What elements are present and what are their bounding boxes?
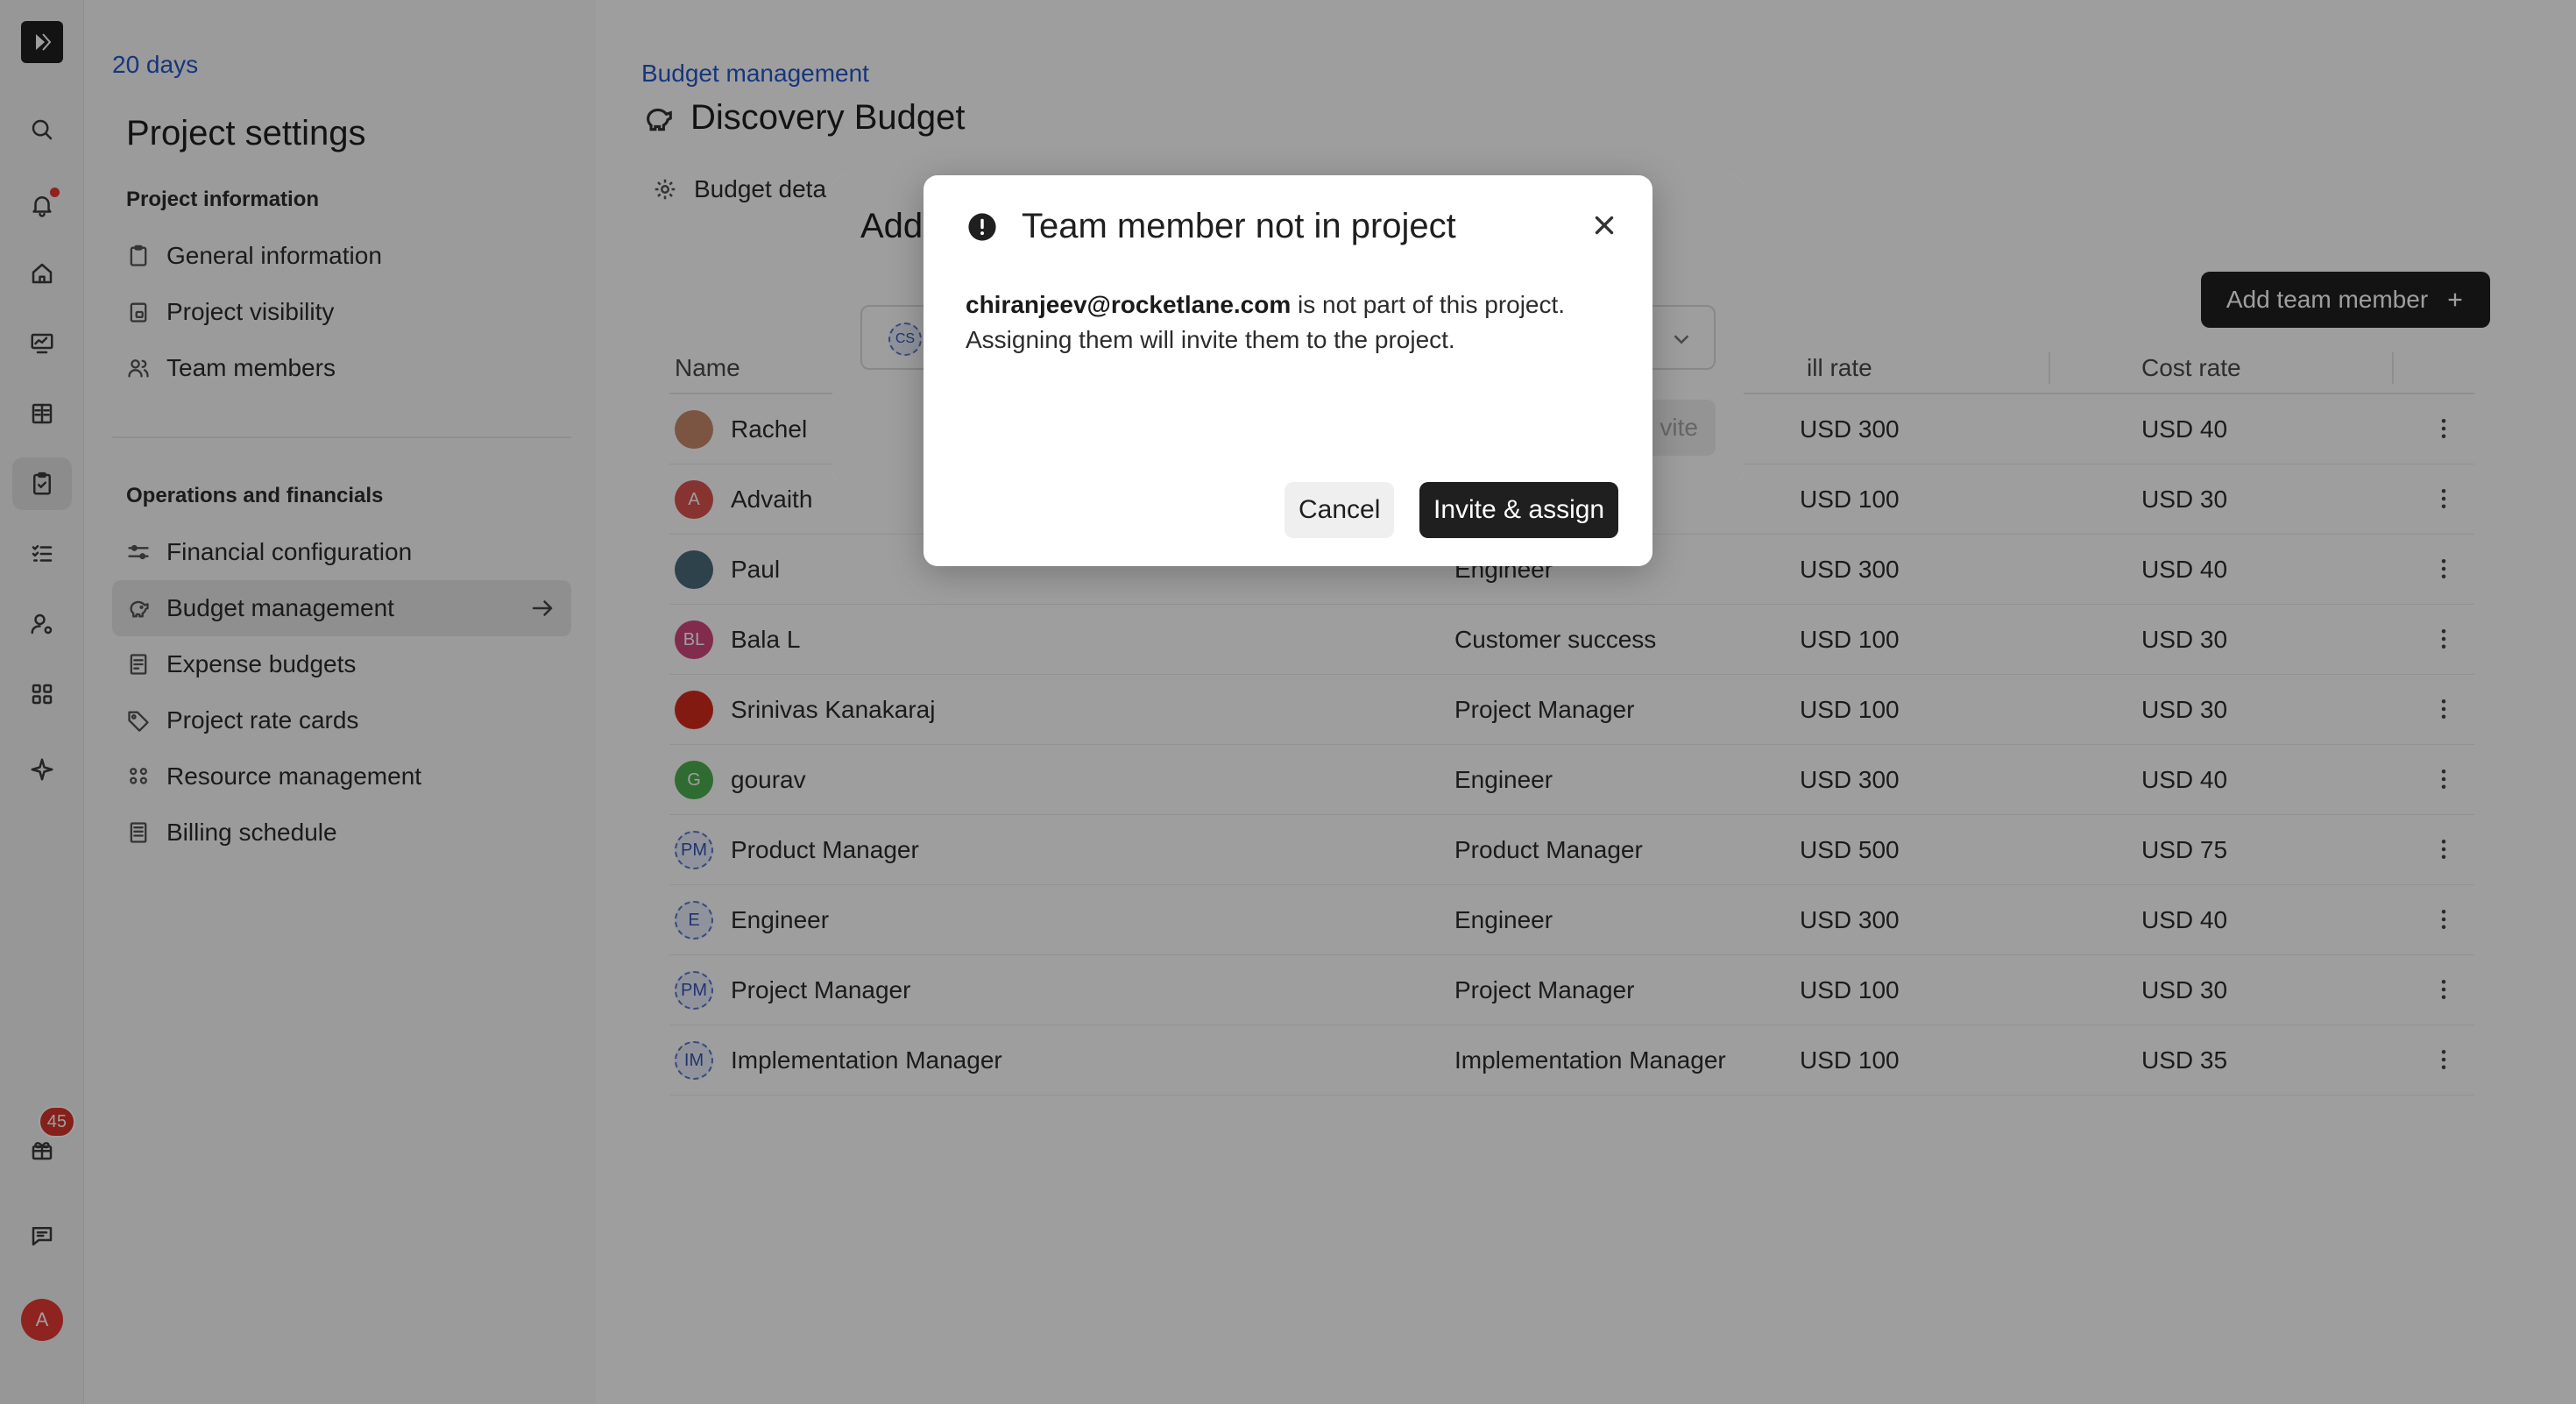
cancel-button[interactable]: Cancel	[1284, 482, 1395, 538]
message-text-line2: Assigning them will invite them to the p…	[966, 326, 1455, 353]
modal-title: Team member not in project	[1022, 207, 1456, 245]
invitee-email: chiranjeev@rocketlane.com	[966, 291, 1292, 318]
confirm-invite-modal: Team member not in project chiranjeev@ro…	[924, 175, 1652, 566]
modal-message: chiranjeev@rocketlane.com is not part of…	[966, 287, 1614, 358]
alert-circle-icon	[968, 212, 996, 241]
invite-and-assign-button[interactable]: Invite & assign	[1419, 482, 1619, 538]
message-text: is not part of this project.	[1291, 291, 1566, 318]
modal-header: Team member not in project	[967, 207, 1456, 246]
close-icon[interactable]	[1589, 210, 1619, 240]
